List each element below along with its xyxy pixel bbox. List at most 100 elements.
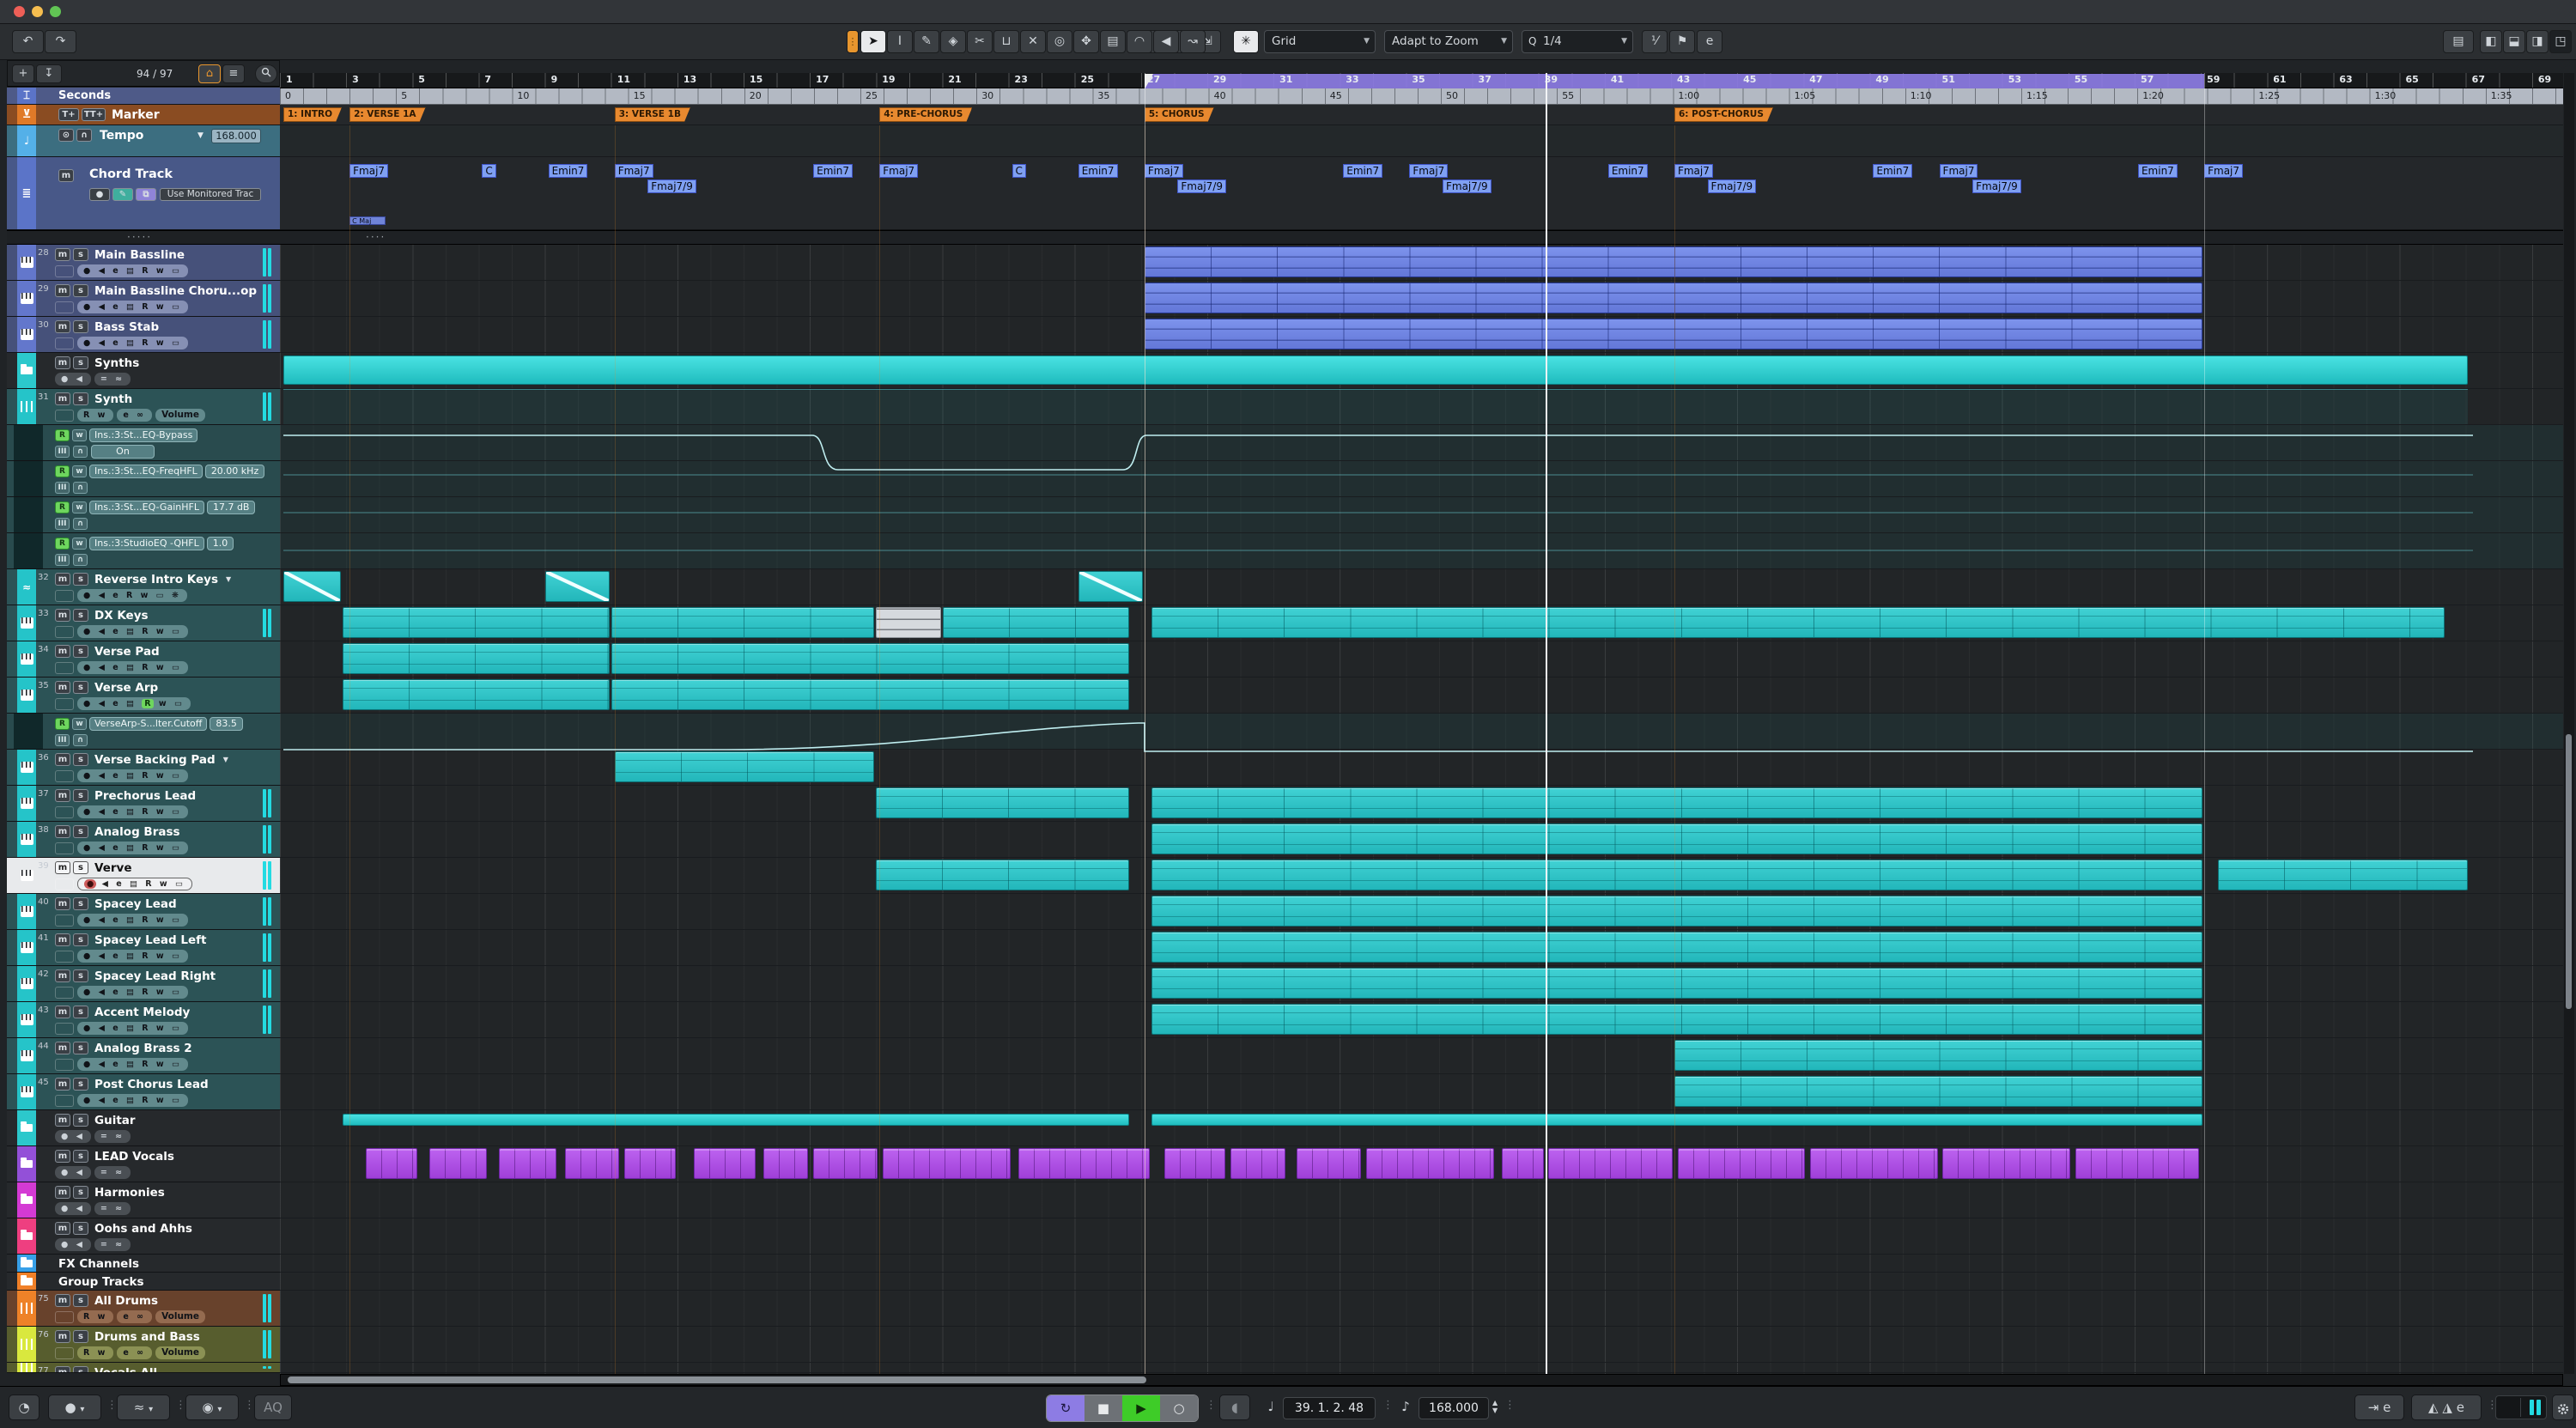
timeline-row[interactable] — [280, 389, 2563, 425]
folder-group-controls[interactable]: = ≈ — [94, 1130, 131, 1143]
mute-button[interactable]: m — [55, 573, 70, 586]
mute-button[interactable]: m — [55, 1150, 70, 1163]
track-row-lead-vocals[interactable]: m s LEAD Vocals ● ◀ = ≈ — [7, 1146, 280, 1182]
record-arm-button[interactable] — [55, 878, 74, 890]
track-controls[interactable]: ● ◀ e R w ▭ ❋ — [77, 589, 187, 602]
mute-button[interactable]: m — [55, 1330, 70, 1343]
track-row-accent-melody[interactable]: 43 m s Accent Melody ● ◀ e ▤ R w ▭ — [7, 1002, 280, 1038]
track-row-versearp-s-lter-cutoff[interactable]: R w VerseArp-S...lter.Cutoff 83.5 III ∩ — [7, 714, 280, 750]
solo-button[interactable]: s — [73, 1222, 88, 1235]
edit-channel-buttons[interactable]: e ∞ — [117, 1310, 152, 1323]
audio-record-mode-select[interactable]: ≈ ▾ — [117, 1395, 170, 1420]
record-arm-button[interactable] — [55, 698, 74, 710]
audio-event[interactable] — [1678, 1148, 1805, 1179]
automation-parameter[interactable]: Ins.:3:St...EQ-FreqHFL — [89, 465, 203, 478]
tempo-spinner[interactable]: ▲▼ — [1492, 1399, 1498, 1414]
solo-button[interactable]: s — [73, 248, 88, 261]
chord-event[interactable]: Emin7 — [1608, 164, 1648, 178]
close-button[interactable] — [14, 6, 25, 17]
track-row-all-drums[interactable]: 75 m s All Drums R w e ∞ Volume — [7, 1291, 280, 1327]
mute-button[interactable]: m — [55, 897, 70, 910]
folder-record-monitor[interactable]: ● ◀ — [55, 373, 91, 386]
timeline-row[interactable] — [280, 1273, 2563, 1291]
midi-event[interactable] — [611, 607, 875, 638]
grid-type-select[interactable]: Grid▼ — [1264, 30, 1376, 53]
lock-icon[interactable]: ∩ — [73, 734, 88, 746]
read-write-buttons[interactable]: R w — [77, 1310, 113, 1323]
record-arm-button[interactable] — [55, 915, 74, 927]
folder-group-controls[interactable]: = ≈ — [94, 1166, 131, 1179]
right-locator-line[interactable] — [2204, 73, 2205, 1374]
audio-event[interactable] — [545, 571, 610, 602]
divider-handle[interactable]: ····· — [127, 231, 152, 244]
audio-event[interactable] — [429, 1148, 487, 1179]
audio-event[interactable] — [1548, 1148, 1673, 1179]
lock-icon[interactable]: ∩ — [73, 446, 88, 458]
edit-channel-buttons[interactable]: e ∞ — [117, 409, 152, 422]
track-row-spacey-lead-left[interactable]: 41 m s Spacey Lead Left ● ◀ e ▤ R w ▭ — [7, 930, 280, 966]
mute-button[interactable]: m — [55, 933, 70, 946]
midi-event[interactable] — [343, 679, 609, 710]
audio-event[interactable] — [2075, 1148, 2200, 1179]
zoom-button[interactable] — [50, 6, 61, 17]
track-controls[interactable]: ● ◀ e ▤ R w ▭ — [77, 769, 188, 782]
mute-button[interactable]: m — [55, 825, 70, 838]
chord-event[interactable]: C — [482, 164, 495, 178]
chord-event[interactable]: Emin7 — [1078, 164, 1118, 178]
chord-event[interactable]: Fmaj7 — [879, 164, 918, 178]
track-row-spacey-lead-right[interactable]: 42 m s Spacey Lead Right ● ◀ e ▤ R w ▭ — [7, 966, 280, 1002]
solo-button[interactable]: s — [73, 1150, 88, 1163]
record-arm-button[interactable] — [55, 626, 74, 638]
minimize-button[interactable] — [32, 6, 43, 17]
stop-button[interactable]: ■ — [1084, 1395, 1122, 1421]
automation-value[interactable]: 20.00 kHz — [205, 465, 264, 478]
midi-event[interactable] — [1145, 283, 2202, 313]
solo-button[interactable]: s — [73, 573, 88, 586]
chord-event[interactable]: Emin7 — [813, 164, 853, 178]
track-row-group-tracks[interactable]: Group Tracks — [7, 1273, 280, 1291]
automation-parameter[interactable]: Ins.:3:StudioEQ -QHFL — [89, 537, 204, 550]
track-row-verse-arp[interactable]: 35 m s Verse Arp ● ◀ e ▤ R w ▭ — [7, 678, 280, 714]
read-automation-button[interactable]: R — [55, 501, 70, 513]
chord-layer-icon[interactable]: ⧉ — [136, 188, 156, 201]
timeline-row[interactable] — [280, 1255, 2563, 1273]
midi-event[interactable] — [1151, 860, 2203, 890]
timeline-row[interactable] — [280, 1110, 2563, 1146]
record-arm-button[interactable] — [55, 1347, 74, 1359]
solo-button[interactable]: s — [73, 1294, 88, 1307]
record-arm-button[interactable] — [55, 1059, 74, 1071]
timeline-row[interactable] — [280, 1327, 2563, 1363]
automation-parameter-label[interactable]: Volume — [155, 1346, 205, 1359]
track-row-ins-3-st-eq-freqhfl[interactable]: R w Ins.:3:St...EQ-FreqHFL 20.00 kHz III… — [7, 461, 280, 497]
automation-value[interactable]: 1.0 — [207, 537, 234, 550]
mute-button[interactable]: m — [55, 1042, 70, 1054]
midi-event[interactable] — [943, 607, 1130, 638]
vertical-scrollbar[interactable] — [2564, 73, 2574, 1374]
timeline-row[interactable] — [280, 245, 2563, 281]
track-controls[interactable]: ● ◀ e ▤ R w ▭ — [77, 1022, 188, 1035]
lanes-icon[interactable]: III — [55, 554, 70, 566]
solo-button[interactable]: s — [73, 861, 88, 874]
record-arm-button[interactable] — [55, 337, 74, 349]
midi-event[interactable] — [343, 607, 609, 638]
audio-event[interactable] — [1366, 1148, 1493, 1179]
chevron-down-icon[interactable]: ▼ — [223, 756, 228, 763]
chord-event[interactable]: Emin7 — [2138, 164, 2178, 178]
audio-event[interactable] — [694, 1148, 755, 1179]
track-row-oohs-and-ahhs[interactable]: m s Oohs and Ahhs ● ◀ = ≈ — [7, 1218, 280, 1255]
add-track-button[interactable]: + — [12, 64, 34, 83]
mute-button[interactable]: m — [55, 356, 70, 369]
record-chords-button[interactable]: ● — [89, 188, 110, 201]
solo-button[interactable]: s — [73, 789, 88, 802]
adapt-to-zoom-select[interactable]: Adapt to Zoom▼ — [1384, 30, 1513, 53]
timeline-row[interactable] — [280, 569, 2563, 605]
solo-button[interactable]: s — [73, 933, 88, 946]
solo-button[interactable]: s — [73, 1006, 88, 1018]
track-row-ins-3-st-eq-bypass[interactable]: R w Ins.:3:St...EQ-Bypass III ∩ On — [7, 425, 280, 461]
chord-event[interactable]: Fmaj7/9 — [1177, 179, 1226, 193]
mute-button[interactable]: m — [55, 681, 70, 694]
record-arm-button[interactable] — [55, 265, 74, 277]
track-row-synth[interactable]: 31 m s Synth R w e ∞ Volume — [7, 389, 280, 425]
options-dots[interactable]: ⋮ — [1382, 1399, 1394, 1412]
track-controls[interactable]: ● ◀ e ▤ R w ▭ — [77, 914, 188, 927]
